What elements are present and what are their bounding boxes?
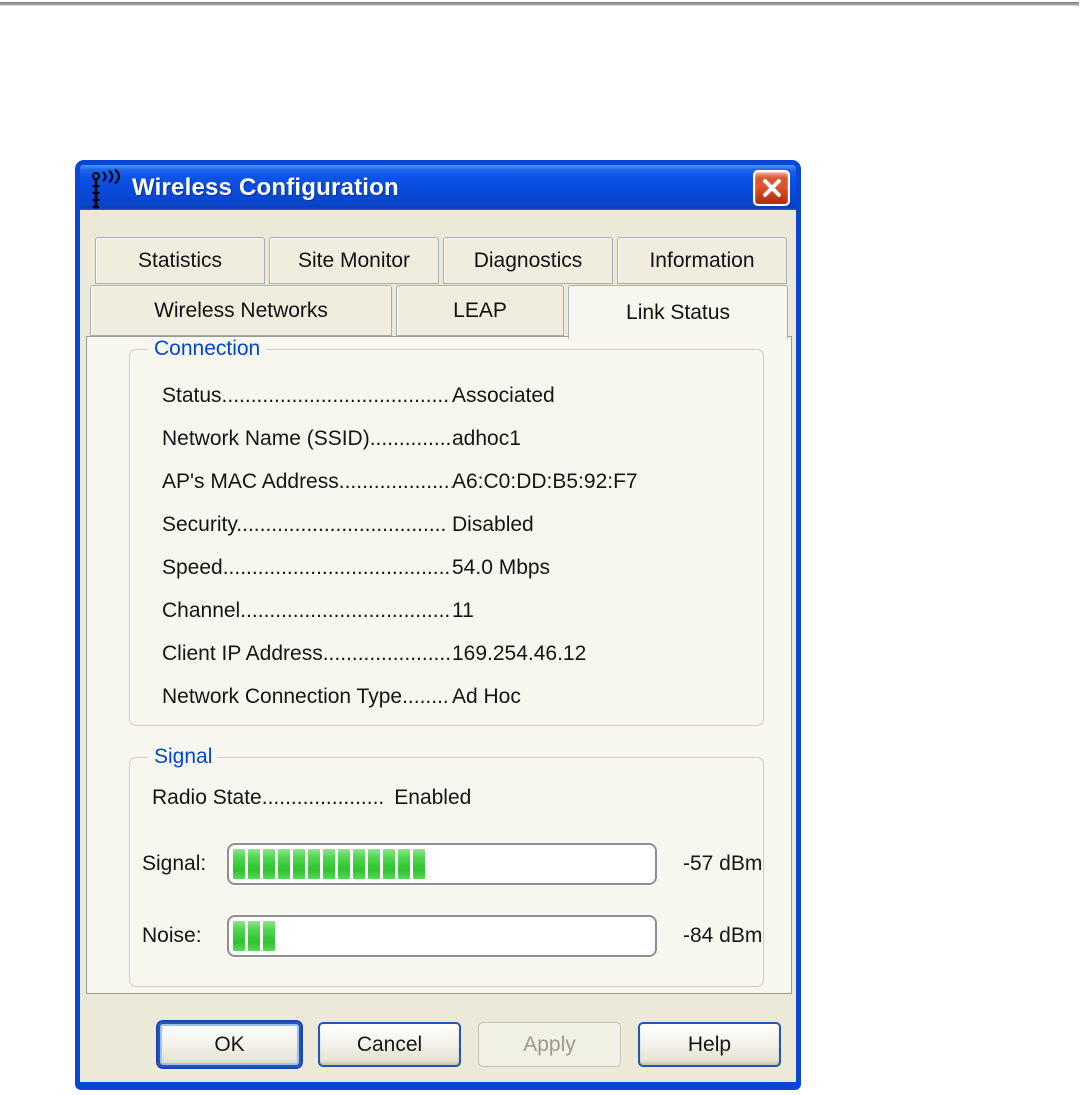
noise-meter-row: Noise: -84 dBm — [142, 914, 762, 958]
close-icon — [762, 178, 781, 197]
dialog-body: Statistics Site Monitor Diagnostics Info… — [80, 210, 796, 1082]
meter-segment — [383, 849, 395, 879]
cancel-button[interactable]: Cancel — [318, 1022, 461, 1067]
connection-row-status: Status..................................… — [162, 374, 753, 417]
row-label: Speed...................................… — [162, 555, 451, 579]
connection-row-ssid: Network Name (SSID).............. adhoc1 — [162, 417, 753, 460]
wireless-configuration-dialog: Wireless Configuration Statistics Site M… — [75, 160, 801, 1090]
button-label: Apply — [523, 1032, 576, 1056]
mac-address-value: A6:C0:DD:B5:92:F7 — [452, 469, 638, 493]
signal-meter-row: Signal: -57 dBm — [142, 842, 762, 886]
meter-segment — [278, 849, 290, 879]
signal-groupbox: Signal Radio State..................... … — [129, 745, 764, 987]
status-value: Associated — [452, 383, 555, 407]
tab-label: LEAP — [453, 298, 507, 322]
meter-segment — [248, 921, 260, 951]
network-type-value: Ad Hoc — [452, 684, 521, 708]
help-button[interactable]: Help — [638, 1022, 781, 1067]
security-value: Disabled — [452, 512, 534, 536]
noise-level-bar — [227, 915, 657, 957]
tab-wireless-networks[interactable]: Wireless Networks — [90, 285, 392, 336]
connection-row-speed: Speed...................................… — [162, 546, 753, 589]
tab-statistics[interactable]: Statistics — [95, 237, 265, 284]
radio-state-row: Radio State..................... Enabled — [152, 786, 471, 810]
connection-row-security: Security................................… — [162, 503, 753, 546]
tab-label: Wireless Networks — [154, 298, 328, 322]
connection-groupbox: Connection Status.......................… — [129, 337, 764, 726]
row-label: Channel.................................… — [162, 598, 451, 622]
meter-segment — [413, 849, 425, 879]
connection-group-label: Connection — [148, 337, 267, 361]
signal-dbm-value: -57 dBm — [683, 852, 763, 875]
meter-segment — [368, 849, 380, 879]
tab-leap[interactable]: LEAP — [396, 285, 564, 336]
meter-segment — [233, 921, 245, 951]
titlebar[interactable]: Wireless Configuration — [80, 165, 796, 210]
noise-dbm-value: -84 dBm — [683, 924, 763, 947]
ssid-value: adhoc1 — [452, 426, 521, 450]
connection-row-network-type: Network Connection Type........ Ad Hoc — [162, 675, 753, 718]
tab-diagnostics[interactable]: Diagnostics — [443, 237, 613, 284]
speed-value: 54.0 Mbps — [452, 555, 551, 579]
radio-state-label: Radio State..................... — [152, 786, 385, 809]
signal-strength-bar — [227, 843, 657, 885]
meter-segment — [263, 849, 275, 879]
tab-site-monitor[interactable]: Site Monitor — [269, 237, 439, 284]
signal-meter-label: Signal: — [142, 852, 207, 875]
tab-label: Information — [649, 248, 755, 272]
row-label: AP's MAC Address.................... — [162, 469, 452, 493]
meter-segment — [308, 849, 320, 879]
close-button[interactable] — [753, 169, 790, 206]
tab-label: Statistics — [137, 248, 223, 272]
noise-meter-label: Noise: — [142, 924, 202, 947]
meter-segment — [248, 849, 260, 879]
client-ip-value: 169.254.46.12 — [452, 641, 587, 665]
button-label: Help — [687, 1032, 732, 1056]
connection-row-mac: AP's MAC Address.................... A6:… — [162, 460, 753, 503]
dialog-button-row: OK Cancel Apply Help — [158, 1022, 781, 1067]
signal-group-label: Signal — [148, 745, 219, 769]
radio-state-value: Enabled — [394, 786, 472, 809]
page-top-rule — [0, 2, 1079, 6]
window-title: Wireless Configuration — [132, 173, 399, 201]
row-label: Client IP Address...................... — [162, 641, 452, 665]
meter-segment — [398, 849, 410, 879]
ok-button[interactable]: OK — [158, 1022, 301, 1067]
link-status-panel: Connection Status.......................… — [86, 336, 792, 994]
connection-rows: Status..................................… — [162, 374, 753, 718]
tab-label: Link Status — [626, 300, 730, 324]
button-label: Cancel — [356, 1032, 423, 1056]
tab-label: Site Monitor — [297, 248, 411, 272]
tab-link-status[interactable]: Link Status — [568, 285, 788, 339]
meter-segment — [293, 849, 305, 879]
row-label: Status..................................… — [162, 383, 450, 407]
tab-row-1: Statistics Site Monitor Diagnostics Info… — [95, 237, 787, 284]
meter-segment — [338, 849, 350, 879]
button-label: OK — [214, 1032, 245, 1056]
meter-segment — [263, 921, 275, 951]
row-label: Security................................… — [162, 512, 447, 536]
connection-row-channel: Channel.................................… — [162, 589, 753, 632]
apply-button[interactable]: Apply — [478, 1022, 621, 1067]
tab-row-2: Wireless Networks LEAP Link Status — [90, 285, 788, 339]
tab-information[interactable]: Information — [617, 237, 787, 284]
connection-row-client-ip: Client IP Address...................... … — [162, 632, 753, 675]
row-label: Network Connection Type........ — [162, 684, 449, 708]
channel-value: 11 — [452, 598, 474, 622]
meter-segment — [233, 849, 245, 879]
meter-segment — [323, 849, 335, 879]
row-label: Network Name (SSID).............. — [162, 426, 452, 450]
antenna-icon — [92, 168, 120, 208]
meter-segment — [353, 849, 365, 879]
tab-label: Diagnostics — [473, 248, 583, 272]
